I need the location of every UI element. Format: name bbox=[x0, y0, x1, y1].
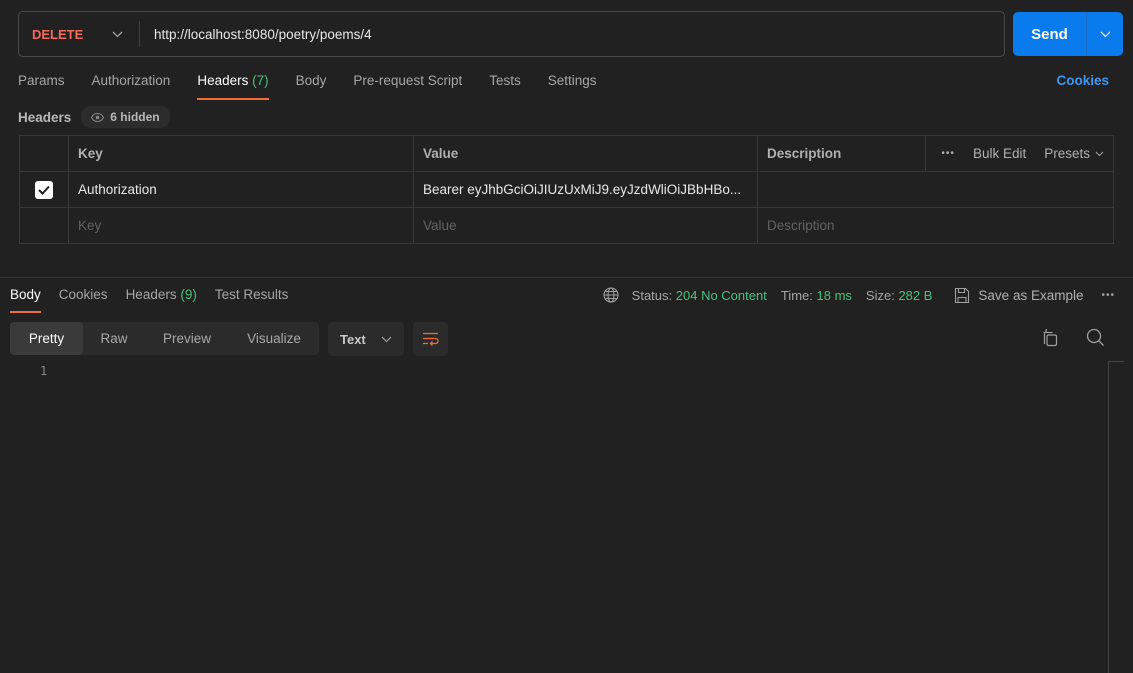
tab-label: Headers bbox=[125, 287, 177, 302]
hidden-headers-toggle[interactable]: 6 hidden bbox=[81, 106, 170, 128]
request-url-bar: DELETE bbox=[18, 11, 1005, 57]
row-check-cell bbox=[19, 207, 69, 244]
header-description-cell[interactable] bbox=[757, 171, 1114, 208]
view-mode-visualize[interactable]: Visualize bbox=[229, 322, 319, 355]
header-check-cell bbox=[19, 135, 69, 172]
response-tabs: Body Cookies Headers (9) Test Results bbox=[10, 286, 306, 313]
tab-headers[interactable]: Headers (7) bbox=[197, 72, 269, 100]
status-value: 204 No Content bbox=[675, 287, 767, 303]
save-as-example-button[interactable]: Save as Example bbox=[954, 287, 1083, 304]
header-key-cell[interactable]: Authorization bbox=[68, 171, 414, 208]
tab-label: Headers bbox=[197, 73, 249, 88]
headers-heading: Headers bbox=[18, 109, 72, 125]
tab-settings[interactable]: Settings bbox=[548, 72, 597, 100]
format-dropdown[interactable]: Text bbox=[328, 322, 404, 356]
response-more-button[interactable]: ••• bbox=[1101, 290, 1115, 301]
tab-count: (7) bbox=[252, 73, 269, 88]
search-icon bbox=[1086, 328, 1104, 346]
globe-icon[interactable] bbox=[603, 287, 619, 303]
key-input-placeholder[interactable]: Key bbox=[68, 207, 414, 244]
chevron-down-icon bbox=[381, 336, 392, 342]
line-number: 1 bbox=[40, 364, 48, 378]
request-tabs: Params Authorization Headers (7) Body Pr… bbox=[18, 72, 624, 100]
tab-label: Params bbox=[18, 73, 65, 88]
eye-icon bbox=[91, 112, 105, 122]
column-header-value: Value bbox=[413, 135, 758, 172]
checkmark-icon bbox=[38, 185, 50, 195]
presets-dropdown[interactable]: Presets bbox=[1044, 146, 1104, 161]
wrap-lines-icon bbox=[423, 332, 439, 346]
view-mode-selector: Pretty Raw Preview Visualize bbox=[10, 322, 319, 355]
chevron-down-icon bbox=[112, 31, 123, 37]
tab-label: Cookies bbox=[58, 287, 108, 302]
method-selector[interactable]: DELETE bbox=[19, 12, 139, 56]
response-tab-headers[interactable]: Headers (9) bbox=[126, 286, 197, 313]
view-mode-raw[interactable]: Raw bbox=[83, 322, 145, 355]
hidden-count-label: 6 hidden bbox=[110, 110, 160, 124]
tab-authorization[interactable]: Authorization bbox=[92, 72, 171, 100]
table-row: Authorization Bearer eyJhbGciOiJIUzUxMiJ… bbox=[19, 171, 1114, 208]
table-header-row: Key Value Description ••• Bulk Edit Pres… bbox=[19, 135, 1114, 172]
tab-body[interactable]: Body bbox=[296, 72, 327, 100]
status-label: Status: bbox=[631, 287, 673, 303]
copy-icon bbox=[1043, 328, 1058, 347]
value-input-placeholder[interactable]: Value bbox=[413, 207, 758, 244]
tab-label: Body bbox=[10, 287, 41, 302]
time-value: 18 ms bbox=[816, 287, 852, 303]
tab-params[interactable]: Params bbox=[18, 72, 65, 100]
chevron-down-icon bbox=[1100, 31, 1110, 37]
send-button[interactable]: Send bbox=[1013, 12, 1087, 56]
format-label: Text bbox=[340, 331, 366, 347]
headers-heading-row: Headers 6 hidden bbox=[18, 106, 170, 128]
response-meta: Status: 204 No Content Time: 18 ms Size:… bbox=[603, 285, 1115, 305]
tab-label: Pre-request Script bbox=[353, 73, 463, 88]
response-tab-cookies[interactable]: Cookies bbox=[59, 286, 108, 313]
time-label: Time: bbox=[780, 287, 813, 303]
headers-table: Key Value Description ••• Bulk Edit Pres… bbox=[19, 135, 1114, 244]
tab-label: Authorization bbox=[91, 73, 171, 88]
more-options-button[interactable]: ••• bbox=[941, 148, 955, 159]
status-readout[interactable]: Status: 204 No Content bbox=[632, 288, 767, 303]
bulk-edit-button[interactable]: Bulk Edit bbox=[973, 146, 1026, 161]
send-options-button[interactable] bbox=[1087, 12, 1123, 56]
description-input-placeholder[interactable]: Description bbox=[757, 207, 1114, 244]
table-row-empty: Key Value Description bbox=[19, 207, 1114, 244]
cookies-link[interactable]: Cookies bbox=[1056, 73, 1109, 88]
column-header-description: Description bbox=[757, 135, 926, 172]
size-label: Size: bbox=[865, 287, 895, 303]
response-tab-body[interactable]: Body bbox=[10, 286, 41, 313]
wrap-lines-button[interactable] bbox=[413, 322, 448, 356]
row-check-cell bbox=[19, 171, 69, 208]
tab-label: Body bbox=[295, 73, 327, 88]
save-icon bbox=[955, 287, 970, 303]
tab-label: Tests bbox=[489, 73, 521, 88]
time-readout[interactable]: Time: 18 ms bbox=[781, 288, 852, 303]
send-button-group: Send bbox=[1013, 12, 1123, 56]
save-as-example-label: Save as Example bbox=[978, 287, 1084, 303]
table-actions-cell: ••• Bulk Edit Presets bbox=[925, 135, 1114, 172]
tab-label: Settings bbox=[547, 73, 597, 88]
tab-label: Test Results bbox=[214, 287, 289, 302]
url-input[interactable] bbox=[140, 12, 1004, 56]
header-value-cell[interactable]: Bearer eyJhbGciOiJIUzUxMiJ9.eyJzdWliOiJB… bbox=[413, 171, 758, 208]
view-mode-pretty[interactable]: Pretty bbox=[10, 322, 83, 355]
tab-tests[interactable]: Tests bbox=[489, 72, 521, 100]
response-tab-test-results[interactable]: Test Results bbox=[215, 286, 289, 313]
header-key: Authorization bbox=[78, 182, 157, 197]
tab-pre-request-script[interactable]: Pre-request Script bbox=[353, 72, 462, 100]
size-readout[interactable]: Size: 282 B bbox=[866, 288, 933, 303]
chevron-down-icon bbox=[1095, 151, 1104, 156]
tab-count: (9) bbox=[180, 287, 197, 302]
size-value: 282 B bbox=[898, 287, 933, 303]
search-button[interactable] bbox=[1086, 328, 1105, 350]
response-divider bbox=[0, 277, 1133, 278]
copy-button[interactable] bbox=[1041, 328, 1059, 350]
header-value: Bearer eyJhbGciOiJIUzUxMiJ9.eyJzdWliOiJB… bbox=[423, 182, 742, 197]
presets-label: Presets bbox=[1044, 146, 1090, 161]
editor-scrollbar[interactable] bbox=[1108, 361, 1124, 673]
column-header-key: Key bbox=[68, 135, 414, 172]
enabled-checkbox[interactable] bbox=[35, 180, 53, 199]
view-mode-preview[interactable]: Preview bbox=[145, 322, 229, 355]
method-label: DELETE bbox=[32, 26, 84, 42]
